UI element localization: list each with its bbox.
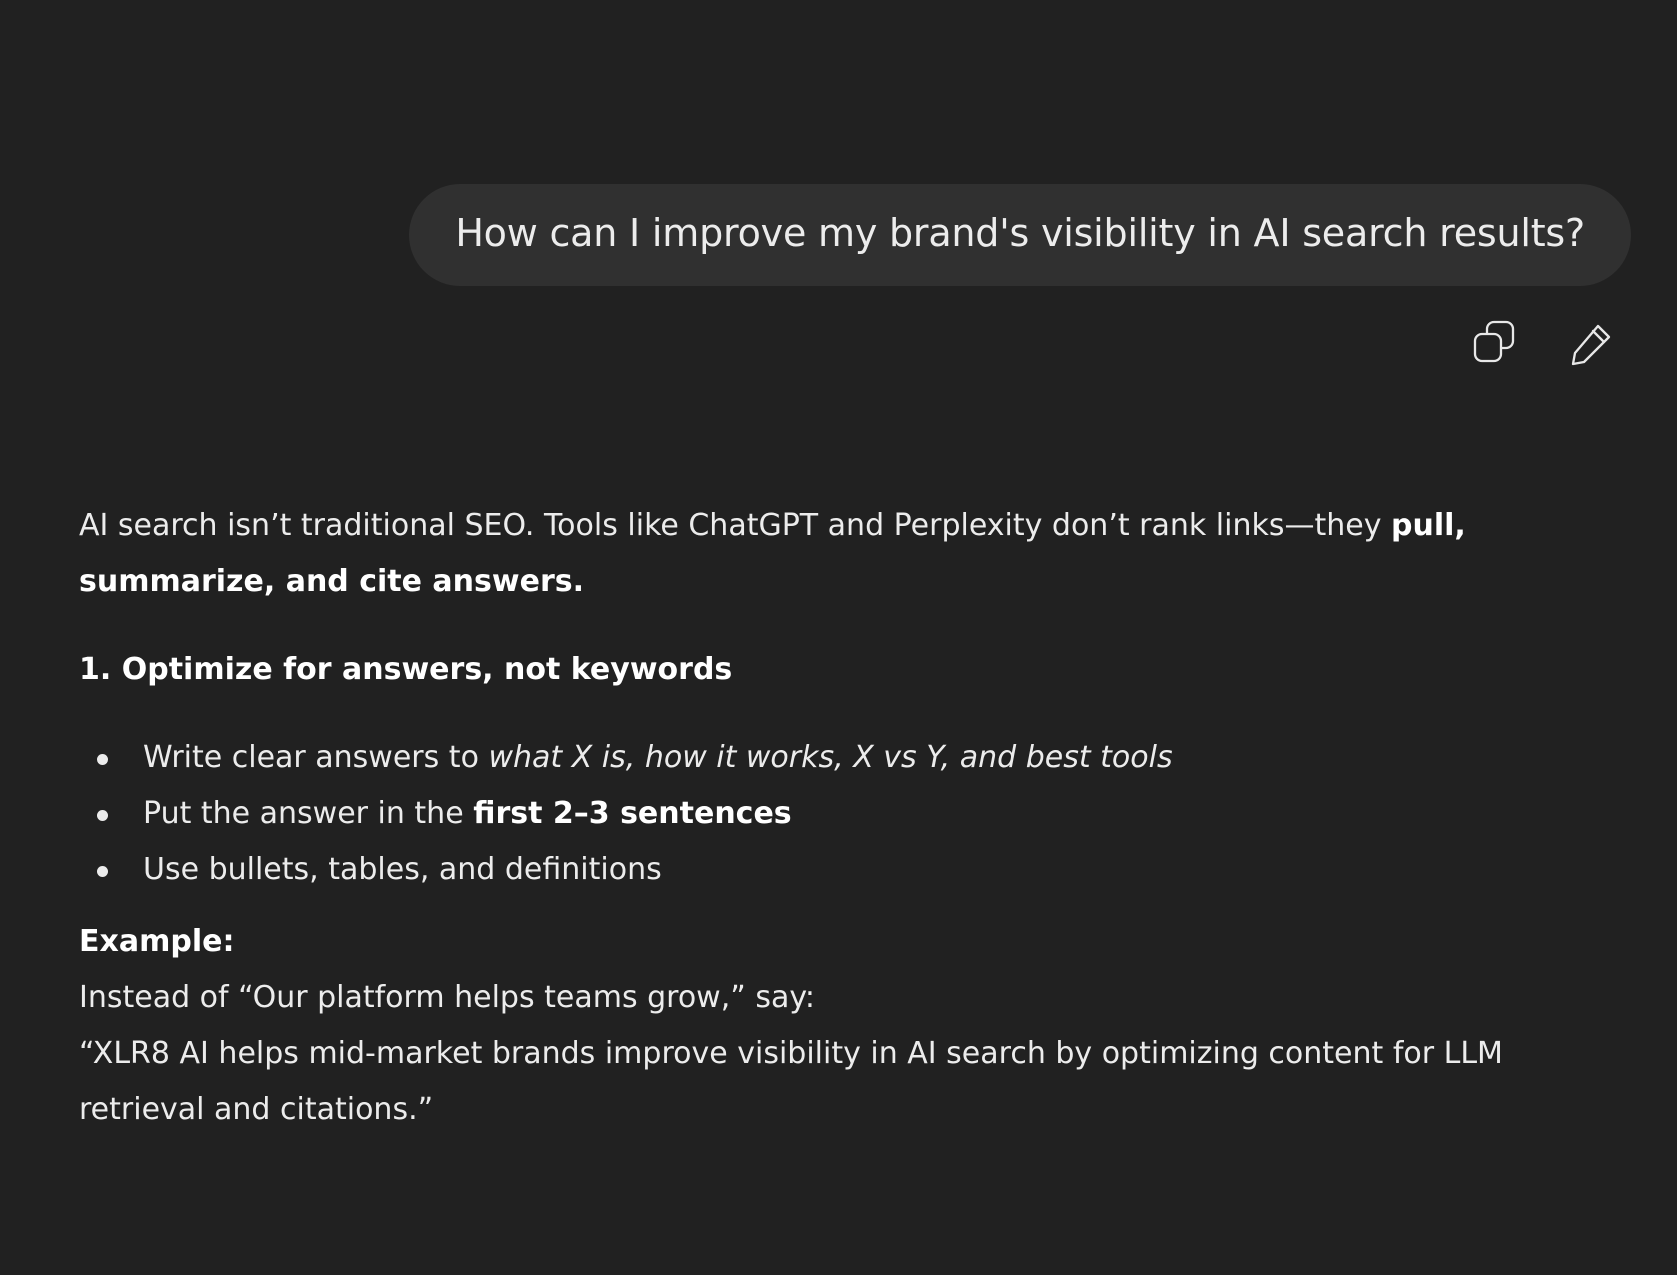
list-item: Use bullets, tables, and definitions bbox=[79, 842, 1609, 898]
example-label: Example: bbox=[79, 924, 235, 959]
bullet-bold-text: first 2–3 sentences bbox=[473, 796, 792, 831]
bullet-list: Write clear answers to what X is, how it… bbox=[79, 730, 1609, 898]
assistant-intro: AI search isn’t traditional SEO. Tools l… bbox=[79, 498, 1609, 610]
bullet-icon bbox=[97, 810, 108, 821]
bullet-icon bbox=[97, 866, 108, 877]
intro-text: AI search isn’t traditional SEO. Tools l… bbox=[79, 508, 1392, 543]
example-line-2: “XLR8 AI helps mid-market brands improve… bbox=[79, 1036, 1503, 1127]
list-item: Write clear answers to what X is, how it… bbox=[79, 730, 1609, 786]
edit-button[interactable] bbox=[1565, 318, 1617, 370]
user-message-bubble: How can I improve my brand's visibility … bbox=[409, 184, 1631, 286]
copy-button[interactable] bbox=[1469, 318, 1521, 370]
bullet-text: Put the answer in the bbox=[143, 796, 474, 831]
edit-icon bbox=[1571, 324, 1611, 366]
chat-thread: How can I improve my brand's visibility … bbox=[0, 0, 1677, 1275]
bullet-text: Use bullets, tables, and definitions bbox=[143, 852, 662, 887]
bullet-text: Write clear answers to bbox=[143, 740, 489, 775]
bullet-icon bbox=[97, 754, 108, 765]
list-item: Put the answer in the first 2–3 sentence… bbox=[79, 786, 1609, 842]
user-message-actions bbox=[1469, 318, 1617, 370]
copy-icon bbox=[1473, 320, 1515, 363]
user-message-row: How can I improve my brand's visibility … bbox=[409, 184, 1631, 286]
example-line-1: Instead of “Our platform helps teams gro… bbox=[79, 980, 816, 1015]
section-heading: 1. Optimize for answers, not keywords bbox=[79, 652, 733, 687]
bullet-italic-text: what X is, how it works, X vs Y, and bes… bbox=[488, 740, 1173, 775]
assistant-message: AI search isn’t traditional SEO. Tools l… bbox=[79, 498, 1609, 1138]
